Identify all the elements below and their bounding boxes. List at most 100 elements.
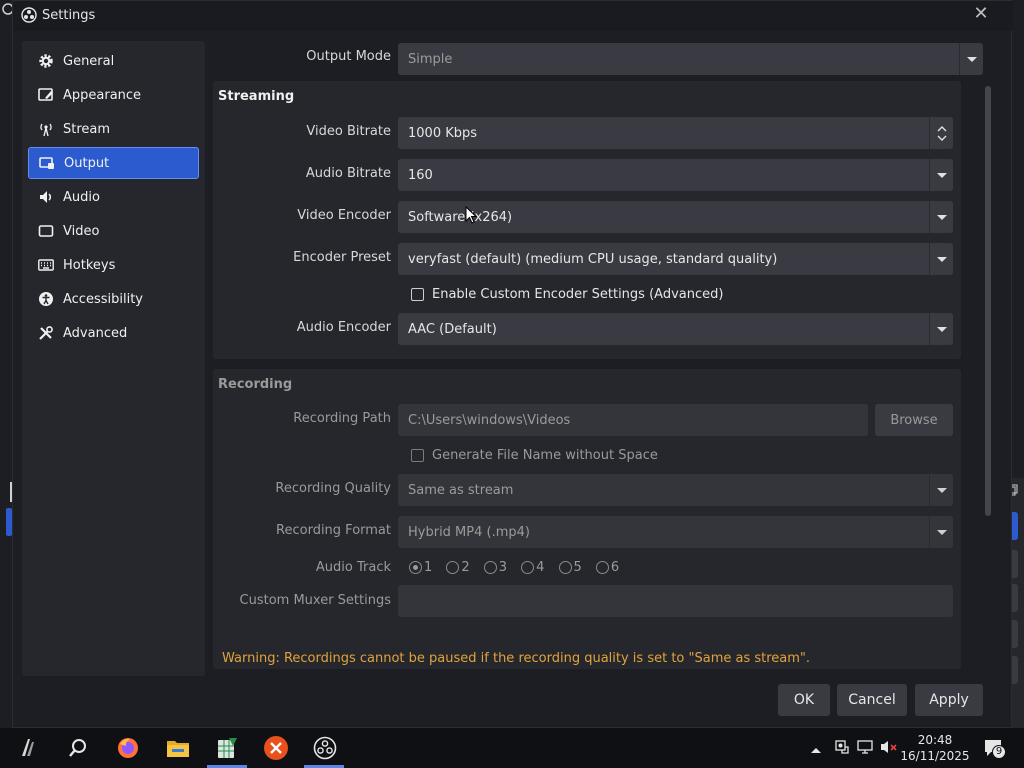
recording-path-input[interactable]: C:\Users\windows\Videos bbox=[398, 404, 868, 436]
sidebar-item-label: Video bbox=[63, 223, 100, 239]
chevron-down-icon[interactable] bbox=[959, 43, 983, 75]
sidebar-item-hotkeys[interactable]: Hotkeys bbox=[28, 249, 199, 281]
sidebar-item-label: General bbox=[63, 53, 115, 69]
volume-muted-icon[interactable] bbox=[880, 739, 898, 759]
radio-dot[interactable] bbox=[409, 561, 422, 574]
audio-track-label-6: 6 bbox=[610, 560, 620, 575]
video-bitrate-spinbox[interactable]: 1000 Kbps bbox=[398, 117, 953, 149]
obs-icon[interactable] bbox=[311, 734, 339, 762]
chevron-down-icon[interactable] bbox=[937, 135, 947, 142]
audio-track-radio-1[interactable]: 1 bbox=[409, 560, 432, 575]
audio-track-radio-group: 1 2 3 4 5 6 bbox=[409, 559, 628, 578]
chevron-up-icon[interactable] bbox=[810, 740, 822, 759]
sidebar-item-label: Accessibility bbox=[63, 291, 143, 307]
recording-path-value: C:\Users\windows\Videos bbox=[408, 412, 571, 428]
encoder-preset-select[interactable]: veryfast (default) (medium CPU usage, st… bbox=[398, 243, 953, 275]
taskbar: 20:48 16/11/2025 9 bbox=[0, 728, 1024, 768]
radio-dot[interactable] bbox=[595, 561, 609, 574]
chevron-down-icon[interactable] bbox=[929, 516, 953, 548]
output-mode-label: Output Mode bbox=[306, 49, 391, 64]
output-settings-panel: Output Mode Simple Streaming Video Bitra… bbox=[205, 41, 995, 676]
radio-dot[interactable] bbox=[521, 561, 535, 574]
chevron-up-icon[interactable] bbox=[937, 125, 947, 132]
video-encoder-label: Video Encoder bbox=[297, 208, 391, 223]
sidebar-item-appearance[interactable]: Appearance bbox=[28, 79, 199, 111]
audio-track-label-1: 1 bbox=[424, 560, 433, 575]
sidebar-item-label: Stream bbox=[63, 121, 111, 137]
search-icon[interactable] bbox=[64, 734, 92, 762]
audio-track-label: Audio Track bbox=[315, 560, 391, 575]
close-icon[interactable]: ✕ bbox=[971, 4, 991, 24]
x-app-icon[interactable] bbox=[262, 734, 290, 762]
spreadsheet-icon[interactable] bbox=[213, 734, 241, 762]
chevron-down-icon[interactable] bbox=[929, 313, 953, 345]
accessibility-icon bbox=[37, 290, 55, 308]
radio-dot[interactable] bbox=[483, 561, 497, 574]
notification-center-icon[interactable]: 9 bbox=[983, 738, 1006, 762]
video-encoder-value: Software (x264) bbox=[408, 209, 513, 225]
chevron-down-icon[interactable] bbox=[929, 159, 953, 191]
start-icon[interactable] bbox=[14, 734, 42, 762]
radio-dot[interactable] bbox=[558, 561, 572, 574]
audio-encoder-label: Audio Encoder bbox=[296, 320, 391, 335]
apply-button[interactable]: Apply bbox=[915, 684, 983, 716]
audio-track-label-2: 2 bbox=[461, 560, 470, 575]
sidebar-item-label: Appearance bbox=[63, 87, 142, 103]
video-bitrate-stepper[interactable] bbox=[929, 117, 953, 149]
system-clock[interactable]: 20:48 16/11/2025 bbox=[900, 732, 970, 764]
chevron-down-icon[interactable] bbox=[929, 243, 953, 275]
audio-track-radio-3[interactable]: 3 bbox=[483, 560, 508, 575]
warning-message: Warning: Recordings cannot be paused if … bbox=[222, 651, 811, 666]
settings-dialog: Settings ✕ General Appearance Stream Out… bbox=[12, 0, 1013, 728]
custom-muxer-input[interactable] bbox=[398, 585, 953, 617]
audio-bitrate-label: Audio Bitrate bbox=[305, 166, 391, 181]
sidebar-item-label: Output bbox=[64, 155, 110, 171]
audio-track-radio-6[interactable]: 6 bbox=[595, 560, 620, 575]
audio-track-radio-4[interactable]: 4 bbox=[521, 560, 544, 575]
chevron-down-icon[interactable] bbox=[929, 474, 953, 506]
audio-encoder-select[interactable]: AAC (Default) bbox=[398, 313, 953, 345]
sidebar-item-stream[interactable]: Stream bbox=[28, 113, 199, 145]
encoder-preset-value: veryfast (default) (medium CPU usage, st… bbox=[408, 251, 778, 267]
scrollbar[interactable] bbox=[985, 86, 991, 516]
sidebar-item-advanced[interactable]: Advanced bbox=[28, 317, 199, 349]
chevron-down-icon[interactable] bbox=[929, 201, 953, 233]
audio-bitrate-select[interactable]: 160 bbox=[398, 159, 953, 191]
sidebar-item-video[interactable]: Video bbox=[28, 215, 199, 247]
video-bitrate-label: Video Bitrate bbox=[306, 124, 391, 139]
audio-encoder-value: AAC (Default) bbox=[408, 321, 497, 337]
custom-muxer-label: Custom Muxer Settings bbox=[239, 593, 391, 608]
audio-track-label-4: 4 bbox=[536, 560, 545, 575]
sidebar-item-accessibility[interactable]: Accessibility bbox=[28, 283, 199, 315]
no-space-filename-checkbox[interactable]: Generate File Name without Space bbox=[411, 448, 658, 463]
video-encoder-select[interactable]: Software (x264) bbox=[398, 201, 953, 233]
audio-track-label-3: 3 bbox=[498, 560, 508, 575]
checkbox-box[interactable] bbox=[411, 288, 424, 301]
sidebar-item-output[interactable]: Output bbox=[28, 147, 199, 179]
audio-track-radio-2[interactable]: 2 bbox=[446, 560, 470, 575]
sidebar-item-audio[interactable]: Audio bbox=[28, 181, 199, 213]
cancel-button[interactable]: Cancel bbox=[837, 684, 907, 716]
custom-encoder-settings-checkbox[interactable]: Enable Custom Encoder Settings (Advanced… bbox=[411, 287, 723, 302]
keyboard-icon bbox=[37, 256, 55, 274]
browse-button[interactable]: Browse bbox=[875, 404, 953, 436]
clock-time: 20:48 bbox=[917, 733, 953, 747]
output-mode-select[interactable]: Simple bbox=[398, 43, 983, 75]
recording-section-title: Recording bbox=[218, 377, 293, 392]
recording-quality-label: Recording Quality bbox=[275, 481, 391, 496]
network-status-icon[interactable] bbox=[834, 739, 850, 759]
audio-track-radio-5[interactable]: 5 bbox=[558, 560, 582, 575]
mouse-cursor-icon bbox=[465, 206, 477, 224]
custom-encoder-settings-label: Enable Custom Encoder Settings (Advanced… bbox=[432, 287, 724, 302]
monitor-icon[interactable] bbox=[857, 739, 875, 759]
file-explorer-icon[interactable] bbox=[164, 734, 192, 762]
radio-dot[interactable] bbox=[446, 561, 460, 574]
appearance-icon bbox=[37, 86, 55, 104]
recording-format-select[interactable]: Hybrid MP4 (.mp4) bbox=[398, 516, 953, 548]
ok-button[interactable]: OK bbox=[778, 684, 830, 716]
firefox-icon[interactable] bbox=[114, 734, 142, 762]
checkbox-box[interactable] bbox=[411, 449, 424, 462]
sidebar-item-general[interactable]: General bbox=[28, 45, 199, 77]
recording-quality-select[interactable]: Same as stream bbox=[398, 474, 953, 506]
antenna-icon bbox=[37, 120, 55, 138]
